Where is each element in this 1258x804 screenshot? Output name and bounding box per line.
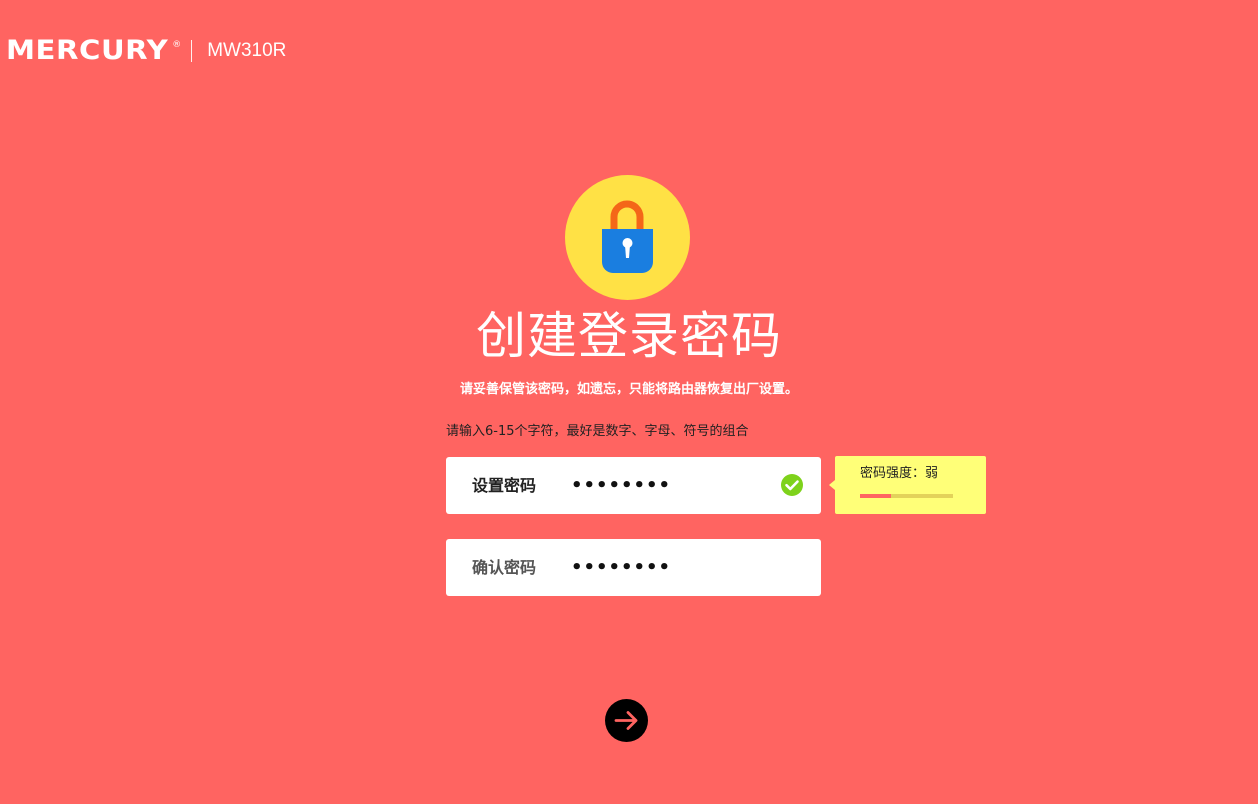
strength-meter <box>860 494 953 498</box>
password-hint: 请输入6-15个字符，最好是数字、字母、符号的组合 <box>446 424 749 439</box>
brand-logo: MERCURY <box>6 35 169 66</box>
password-input[interactable]: •••••••• <box>571 457 671 514</box>
confirm-password-field[interactable]: 确认密码 •••••••• <box>446 539 821 596</box>
confirm-password-label: 确认密码 <box>472 558 537 577</box>
password-label: 设置密码 <box>472 476 537 495</box>
arrow-right-icon <box>614 711 638 730</box>
next-button[interactable] <box>605 699 648 742</box>
strength-meter-fill <box>860 494 891 498</box>
registered-mark: ® <box>172 40 182 50</box>
password-strength-tooltip: 密码强度：弱 <box>829 456 986 514</box>
model-name: MW310R <box>207 40 287 61</box>
router-setup-page: MERCURY ® MW310R 创建登录密码 请妥善保管该密码，如遗忘，只能将… <box>0 0 1258 804</box>
strength-label: 密码强度：弱 <box>860 466 939 481</box>
warning-text: 请妥善保管该密码，如遗忘，只能将路由器恢复出厂设置。 <box>459 382 798 397</box>
page-title: 创建登录密码 <box>476 307 782 365</box>
lock-icon <box>565 175 690 300</box>
header-divider <box>191 40 193 62</box>
password-field[interactable]: 设置密码 •••••••• <box>446 457 821 514</box>
check-circle-icon <box>781 474 803 496</box>
header-brand: MERCURY ® MW310R <box>6 36 286 66</box>
confirm-password-input[interactable]: •••••••• <box>571 539 671 596</box>
